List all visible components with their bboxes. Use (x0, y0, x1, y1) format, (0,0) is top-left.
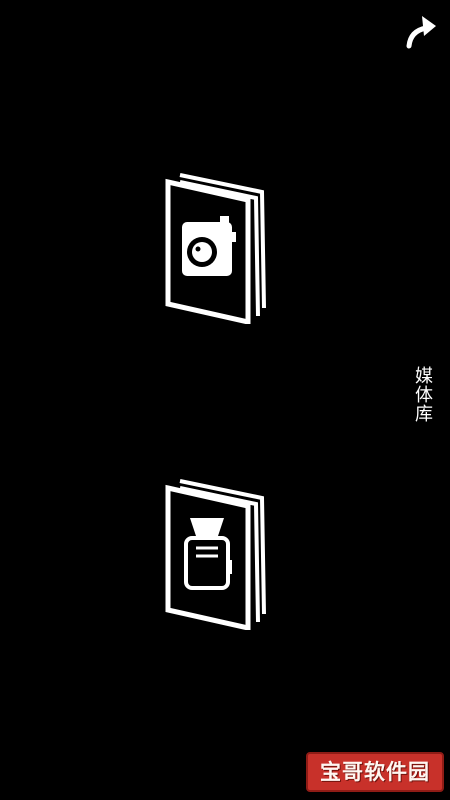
camera-icon (165, 173, 266, 324)
flash-album-button[interactable] (160, 476, 272, 630)
media-library-label[interactable]: 媒体库 (408, 366, 436, 423)
back-button[interactable] (400, 8, 444, 52)
curved-arrow-up-icon (406, 16, 436, 49)
watermark-logo: 宝哥软件园 (306, 752, 444, 792)
camera-album-button[interactable] (160, 170, 272, 324)
flash-unit-icon (165, 479, 266, 630)
